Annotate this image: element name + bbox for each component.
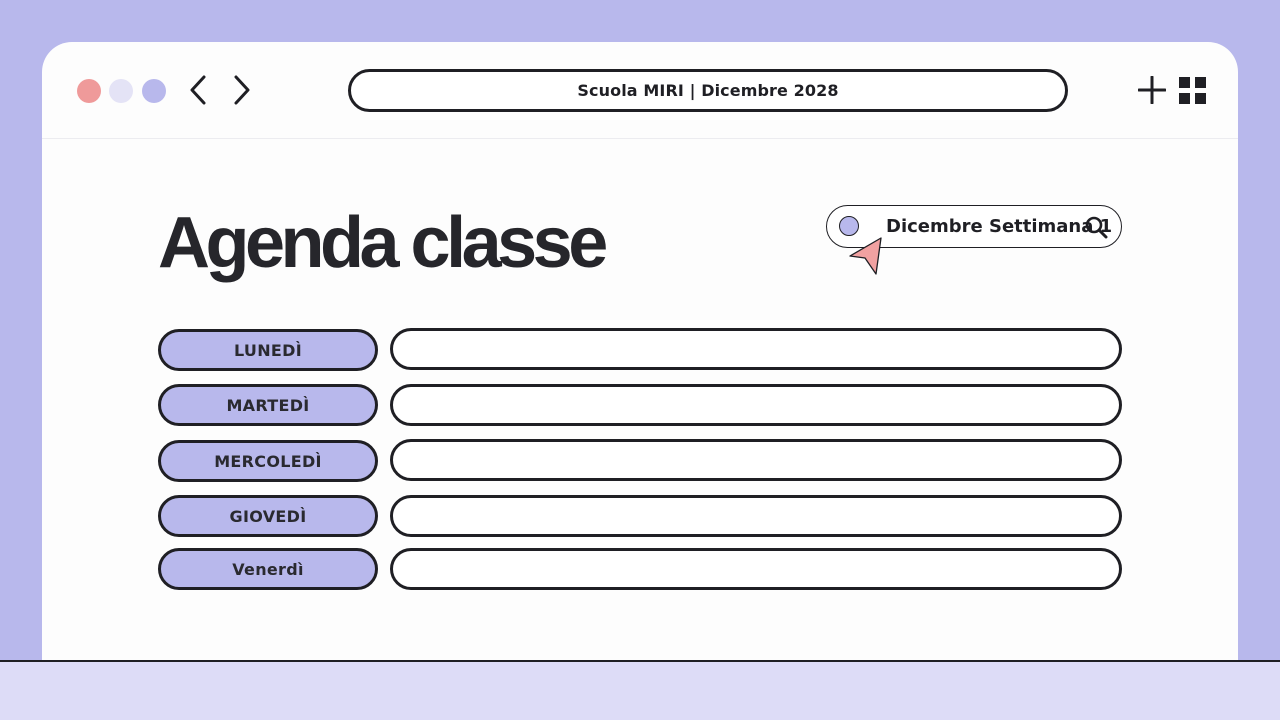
day-label-lunedi: LUNEDÌ [158,329,378,371]
search-icon[interactable] [1084,215,1108,239]
day-label-mercoledi: MERCOLEDÌ [158,440,378,482]
day-label-text: Venerdì [232,559,304,579]
day-label-text: LUNEDÌ [234,340,302,360]
day-entry-field-mercoledi[interactable] [390,439,1122,481]
browser-window: Scuola MIRI | Dicembre 2028 Agenda class… [42,42,1238,682]
search-input[interactable]: Dicembre Settimana 1 [886,206,1112,247]
day-entry-field-lunedi[interactable] [390,328,1122,370]
maximize-window-dot[interactable] [142,79,166,103]
chevron-right-icon[interactable] [226,72,256,108]
mouse-cursor-icon [848,236,884,276]
address-bar[interactable]: Scuola MIRI | Dicembre 2028 [348,69,1068,112]
day-label-venerdi: Venerdì [158,548,378,590]
day-label-text: MARTEDÌ [226,395,310,415]
chevron-left-icon[interactable] [184,72,214,108]
day-entry-field-martedi[interactable] [390,384,1122,426]
title-bar: Scuola MIRI | Dicembre 2028 [42,42,1238,139]
day-label-giovedi: GIOVEDÌ [158,495,378,537]
plus-icon[interactable] [1138,76,1166,104]
day-label-martedi: MARTEDÌ [158,384,378,426]
grid-icon[interactable] [1179,77,1206,104]
footer-band [0,660,1280,720]
close-window-dot[interactable] [77,79,101,103]
day-label-text: MERCOLEDÌ [214,451,322,471]
address-text: Scuola MIRI | Dicembre 2028 [577,81,839,100]
page-title: Agenda classe [158,203,608,283]
day-label-text: GIOVEDÌ [229,506,307,526]
minimize-window-dot[interactable] [109,79,133,103]
search-indicator-dot [839,216,859,236]
day-entry-field-giovedi[interactable] [390,495,1122,537]
day-entry-field-venerdi[interactable] [390,548,1122,590]
